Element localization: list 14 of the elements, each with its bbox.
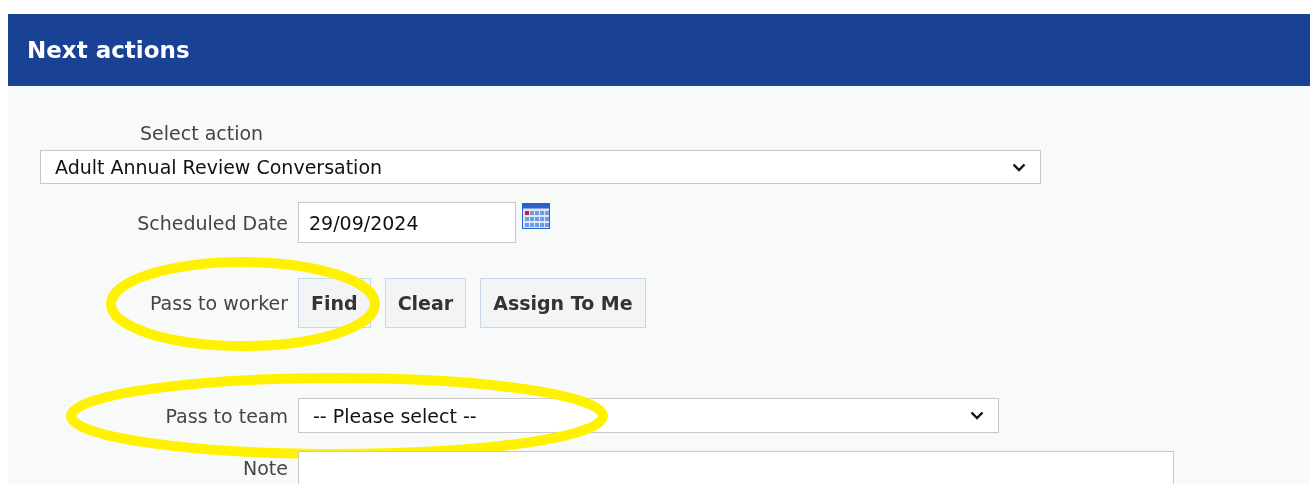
action-dropdown[interactable]: Adult Annual Review Conversation	[40, 150, 1041, 184]
date-field[interactable]: 29/09/2024	[298, 202, 516, 243]
field-label: Scheduled Date	[137, 211, 288, 234]
field-label: Note	[243, 457, 288, 479]
field-label: Select action	[140, 122, 265, 146]
field-label: Pass to worker	[150, 292, 288, 314]
calendar-icon[interactable]	[522, 202, 550, 229]
panel-title: Next actions	[27, 37, 190, 63]
chevron-down-icon	[970, 411, 984, 420]
form-button[interactable]: Clear	[384, 278, 467, 328]
chevron-down-icon	[1012, 162, 1026, 172]
team-dropdown[interactable]: -- Please select --	[298, 398, 999, 433]
form-button[interactable]: Assign To Me	[480, 278, 646, 328]
field-label: Pass to team	[165, 404, 288, 427]
